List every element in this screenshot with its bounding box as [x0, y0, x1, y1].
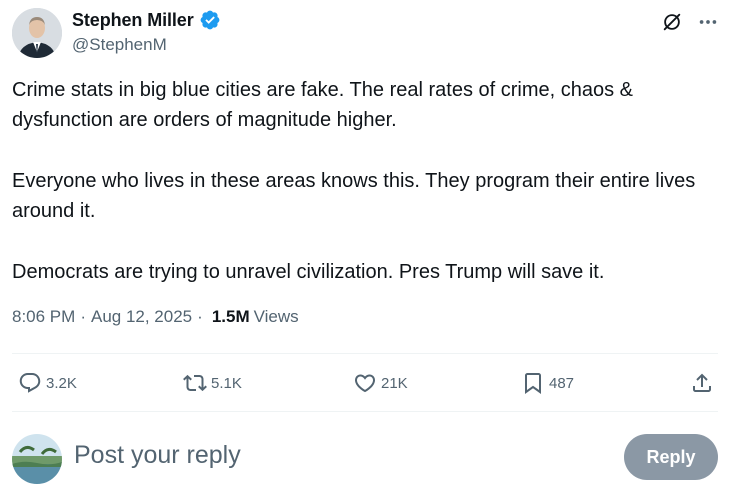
- reply-button[interactable]: Reply: [624, 434, 718, 480]
- share-icon: [693, 373, 711, 392]
- tweet-paragraph: Democrats are trying to unravel civiliza…: [12, 261, 605, 283]
- heart-icon: [354, 374, 376, 393]
- verified-badge-icon[interactable]: [199, 9, 221, 31]
- views-count: 1.5M: [211, 307, 250, 326]
- like-count: 21K: [381, 374, 408, 392]
- reply-icon: [19, 373, 41, 393]
- repost-count: 5.1K: [211, 374, 242, 392]
- views-label: Views: [253, 307, 299, 326]
- bookmark-count: 487: [549, 374, 575, 392]
- header-icons: [660, 10, 720, 34]
- post-date[interactable]: Aug 12, 2025: [91, 307, 192, 327]
- author-handle[interactable]: @StephenM: [72, 35, 167, 55]
- tweet-text: Crime stats in big blue cities are fake.…: [12, 75, 718, 287]
- author-avatar[interactable]: [12, 8, 62, 58]
- user-avatar[interactable]: [12, 434, 62, 484]
- divider: [12, 411, 718, 412]
- reply-action[interactable]: 3.2K: [18, 371, 77, 395]
- action-bar: 3.2K 5.1K 21K 487: [18, 368, 714, 398]
- author-name-row: Stephen Miller: [72, 9, 221, 31]
- bookmark-action[interactable]: 487: [521, 371, 574, 395]
- like-action[interactable]: 21K: [353, 371, 408, 395]
- post-time[interactable]: 8:06 PM: [12, 307, 75, 327]
- reply-input[interactable]: Post your reply: [74, 441, 241, 470]
- repost-action[interactable]: 5.1K: [183, 371, 242, 395]
- share-action[interactable]: [690, 371, 714, 395]
- meta-separator: ·: [80, 307, 86, 326]
- more-options-icon[interactable]: [696, 10, 720, 34]
- tweet-paragraph: Crime stats in big blue cities are fake.…: [12, 79, 634, 131]
- grok-icon[interactable]: [660, 10, 684, 34]
- meta-separator: ·: [197, 307, 203, 326]
- bookmark-icon: [525, 373, 541, 394]
- repost-icon: [183, 374, 207, 392]
- divider: [12, 353, 718, 354]
- tweet-paragraph: Everyone who lives in these areas knows …: [12, 170, 696, 222]
- author-display-name[interactable]: Stephen Miller: [72, 10, 194, 31]
- reply-count: 3.2K: [46, 374, 77, 392]
- tweet-meta: 8:06 PM · Aug 12, 2025 · 1.5M Views: [12, 307, 299, 327]
